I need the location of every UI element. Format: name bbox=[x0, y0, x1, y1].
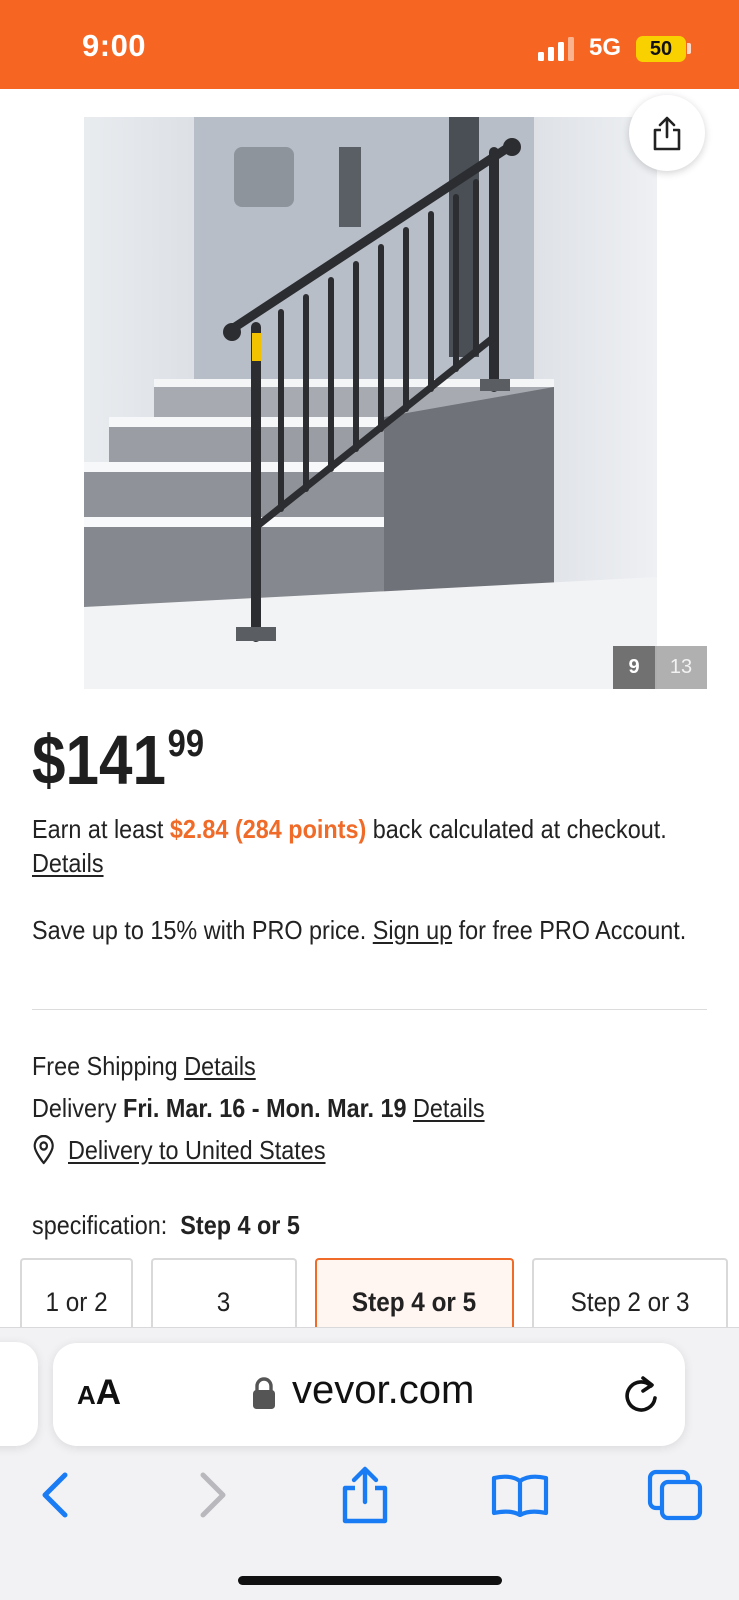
aa-small: A bbox=[77, 1380, 96, 1410]
specification-selected: Step 4 or 5 bbox=[180, 1210, 300, 1240]
battery-cap bbox=[687, 43, 691, 54]
shipping-line: Free Shipping Details bbox=[32, 1049, 716, 1083]
price-cents: 99 bbox=[167, 723, 205, 765]
share-icon bbox=[653, 116, 681, 151]
delivery-details-link[interactable]: Details bbox=[413, 1093, 485, 1123]
pro-prefix: Save up to 15% with PRO price. bbox=[32, 915, 373, 945]
reader-aa-button[interactable]: AA bbox=[77, 1373, 121, 1413]
reload-icon[interactable] bbox=[621, 1374, 661, 1416]
product-price: $14199 bbox=[32, 720, 204, 800]
delivery-dates: Fri. Mar. 16 - Mon. Mar. 19 bbox=[123, 1093, 407, 1123]
image-counter-current: 9 bbox=[613, 646, 655, 689]
image-counter: 9 13 bbox=[613, 646, 707, 689]
status-time: 9:00 bbox=[82, 28, 147, 63]
share-toolbar-button[interactable] bbox=[335, 1466, 395, 1524]
spec-option-label: Step 2 or 3 bbox=[570, 1287, 690, 1317]
stair-handrail-illustration bbox=[84, 117, 657, 689]
back-button[interactable] bbox=[25, 1466, 85, 1524]
rewards-suffix: back calculated at checkout. bbox=[366, 814, 667, 844]
location-pin-icon bbox=[33, 1135, 54, 1165]
spec-option-label: 1 or 2 bbox=[45, 1287, 108, 1317]
specification-line: specification: Step 4 or 5 bbox=[32, 1208, 716, 1242]
spec-option-label: Step 4 or 5 bbox=[352, 1287, 477, 1317]
previous-tab-preview[interactable] bbox=[0, 1342, 38, 1446]
chevron-right-icon bbox=[200, 1472, 226, 1518]
specification-label: specification: bbox=[32, 1210, 168, 1240]
network-type: 5G bbox=[589, 34, 622, 61]
spec-option-1-or-2[interactable]: 1 or 2 bbox=[20, 1258, 133, 1330]
forward-button[interactable] bbox=[183, 1466, 243, 1524]
rewards-details-link[interactable]: Details bbox=[32, 848, 104, 878]
spec-option-3[interactable]: 3 bbox=[151, 1258, 297, 1330]
delivery-location[interactable]: Delivery to United States bbox=[32, 1133, 716, 1167]
home-indicator bbox=[238, 1576, 502, 1585]
chevron-left-icon bbox=[42, 1472, 68, 1518]
spec-option-step-2-or-3[interactable]: Step 2 or 3 bbox=[532, 1258, 728, 1330]
share-icon bbox=[342, 1466, 388, 1524]
spec-option-label: 3 bbox=[217, 1287, 231, 1317]
battery-icon: 50 bbox=[636, 36, 686, 62]
pro-signup-link[interactable]: Sign up bbox=[373, 915, 452, 945]
rewards-text: Earn at least $2.84 (284 points) back ca… bbox=[32, 812, 716, 880]
tabs-icon bbox=[647, 1469, 703, 1521]
rewards-prefix: Earn at least bbox=[32, 814, 170, 844]
status-bar: 9:00 5G 50 bbox=[0, 0, 739, 89]
url-domain: vevor.com bbox=[292, 1368, 475, 1412]
lock-icon bbox=[253, 1377, 275, 1409]
delivery-label: Delivery bbox=[32, 1093, 124, 1123]
shipping-details-link[interactable]: Details bbox=[184, 1051, 256, 1081]
pro-price-text: Save up to 15% with PRO price. Sign up f… bbox=[32, 913, 716, 947]
delivery-location-link[interactable]: Delivery to United States bbox=[68, 1133, 326, 1167]
rewards-amount: $2.84 (284 points) bbox=[169, 814, 367, 844]
pro-suffix: for free PRO Account. bbox=[452, 915, 687, 945]
cellular-signal-icon bbox=[538, 37, 574, 61]
spec-option-step-4-or-5[interactable]: Step 4 or 5 bbox=[315, 1258, 514, 1330]
bookmarks-button[interactable] bbox=[490, 1466, 550, 1524]
price-dollars: 141 bbox=[65, 721, 166, 799]
book-icon bbox=[491, 1474, 549, 1517]
image-counter-total: 13 bbox=[655, 646, 707, 689]
tabs-button[interactable] bbox=[645, 1466, 705, 1524]
delivery-line: Delivery Fri. Mar. 16 - Mon. Mar. 19 Det… bbox=[32, 1091, 716, 1125]
price-currency: $ bbox=[32, 721, 66, 799]
aa-big: A bbox=[95, 1373, 122, 1412]
address-bar[interactable]: AA vevor.com bbox=[53, 1343, 685, 1446]
share-button[interactable] bbox=[629, 95, 705, 171]
shipping-label: Free Shipping bbox=[32, 1051, 185, 1081]
product-image[interactable] bbox=[84, 117, 657, 689]
divider bbox=[32, 1009, 707, 1010]
